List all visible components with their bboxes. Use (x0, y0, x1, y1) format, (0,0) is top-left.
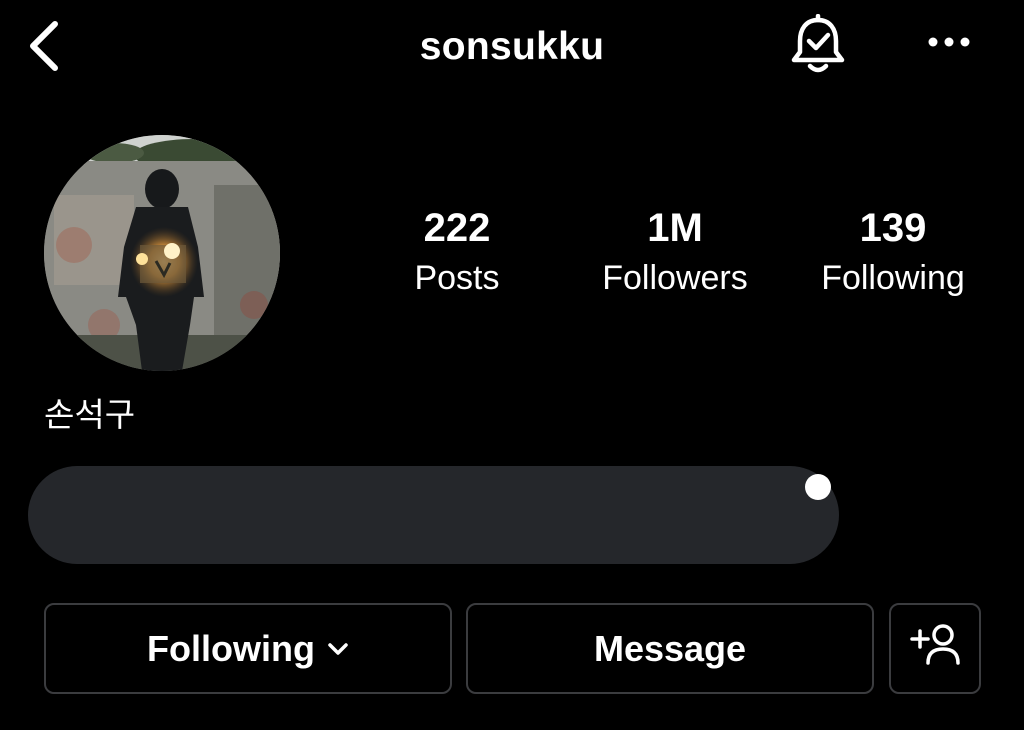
following-button-label: Following (147, 627, 315, 669)
chevron-down-icon (327, 642, 349, 656)
message-button-label: Message (593, 627, 747, 669)
followers-count: 1M (647, 206, 703, 250)
profile-username: sonsukku (419, 25, 605, 68)
chevron-left-icon (25, 20, 61, 77)
redacted-bio (28, 466, 839, 564)
more-options-button[interactable] (920, 24, 978, 64)
profile-avatar[interactable] (44, 135, 280, 371)
posts-count: 222 (423, 206, 491, 250)
following-button[interactable]: Following (44, 603, 452, 694)
suggest-users-button[interactable] (889, 603, 981, 694)
display-name: 손석구 (44, 395, 136, 434)
back-button[interactable] (18, 20, 68, 76)
following-label: Following (821, 259, 965, 297)
person-add-icon (908, 623, 962, 674)
following-stat[interactable]: 139 Following (798, 200, 988, 300)
posts-stat[interactable]: 222 Posts (362, 200, 552, 300)
redaction-edge (805, 474, 831, 500)
followers-label: Followers (602, 259, 748, 297)
more-horizontal-icon (927, 35, 971, 53)
following-count: 139 (859, 206, 927, 250)
posts-label: Posts (414, 259, 500, 297)
followers-stat[interactable]: 1M Followers (580, 200, 770, 300)
notifications-button[interactable] (786, 13, 850, 81)
bell-check-icon (789, 13, 847, 81)
message-button[interactable]: Message (466, 603, 874, 694)
